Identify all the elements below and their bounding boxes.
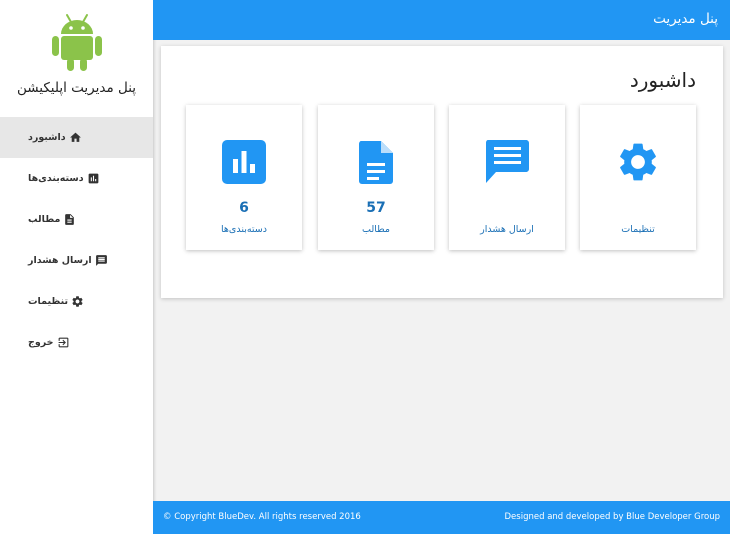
sidebar-item-label: دسته‌بندی‌ها: [28, 173, 84, 184]
sidebar-item-label: داشبورد: [28, 132, 66, 143]
header-title: پنل مدیریت: [653, 11, 718, 27]
gear-icon: [72, 296, 83, 307]
sidebar-item-posts[interactable]: مطالب: [0, 199, 153, 240]
message-icon: [95, 255, 107, 266]
sidebar-item-label: ارسال هشدار: [28, 255, 92, 266]
sidebar-item-logout[interactable]: خروج: [0, 322, 153, 363]
sidebar-item-send-alert[interactable]: ارسال هشدار: [0, 240, 153, 281]
sidebar-item-label: تنظیمات: [28, 296, 69, 307]
home-icon: [69, 132, 81, 142]
bar-chart-icon: [222, 140, 266, 184]
dashboard-panel: داشبورد 6 دسته‌بندی‌ها 57 مطالب ارسا: [161, 46, 723, 298]
card-count: 6: [239, 200, 249, 216]
card-label: دسته‌بندی‌ها: [221, 224, 267, 235]
top-bar: پنل مدیریت: [153, 0, 730, 40]
footer-credit: Designed and developed by Blue Developer…: [504, 512, 720, 522]
exit-icon: [58, 337, 68, 348]
card-categories[interactable]: 6 دسته‌بندی‌ها: [186, 105, 302, 250]
card-label: ارسال هشدار: [480, 224, 534, 235]
card-label: تنظیمات: [621, 224, 655, 235]
sidebar: پنل مدیریت اپلیکیشن داشبورد دسته‌بندی‌ها…: [0, 0, 153, 534]
app-title: پنل مدیریت اپلیکیشن: [16, 80, 137, 96]
footer-copyright: © Copyright BlueDev. All rights reserved…: [163, 512, 361, 522]
sidebar-item-label: خروج: [28, 337, 54, 348]
sidebar-menu: داشبورد دسته‌بندی‌ها مطالب ارسال هشدار: [0, 117, 153, 363]
sidebar-item-settings[interactable]: تنظیمات: [0, 281, 153, 322]
card-send-alert[interactable]: ارسال هشدار: [449, 105, 565, 250]
footer: © Copyright BlueDev. All rights reserved…: [153, 501, 730, 534]
sidebar-item-label: مطالب: [28, 214, 61, 225]
card-label: مطالب: [362, 224, 390, 235]
android-logo-icon: [52, 14, 102, 71]
card-posts[interactable]: 57 مطالب: [318, 105, 434, 250]
document-icon: [65, 214, 75, 225]
sidebar-item-categories[interactable]: دسته‌بندی‌ها: [0, 158, 153, 199]
message-icon: [486, 140, 529, 183]
document-icon: [359, 141, 393, 184]
card-count: 57: [366, 200, 386, 216]
gear-icon: [620, 143, 656, 181]
bar-chart-icon: [88, 173, 99, 184]
sidebar-item-dashboard[interactable]: داشبورد: [0, 117, 153, 158]
page-title: داشبورد: [629, 68, 696, 92]
card-settings[interactable]: تنظیمات: [580, 105, 696, 250]
